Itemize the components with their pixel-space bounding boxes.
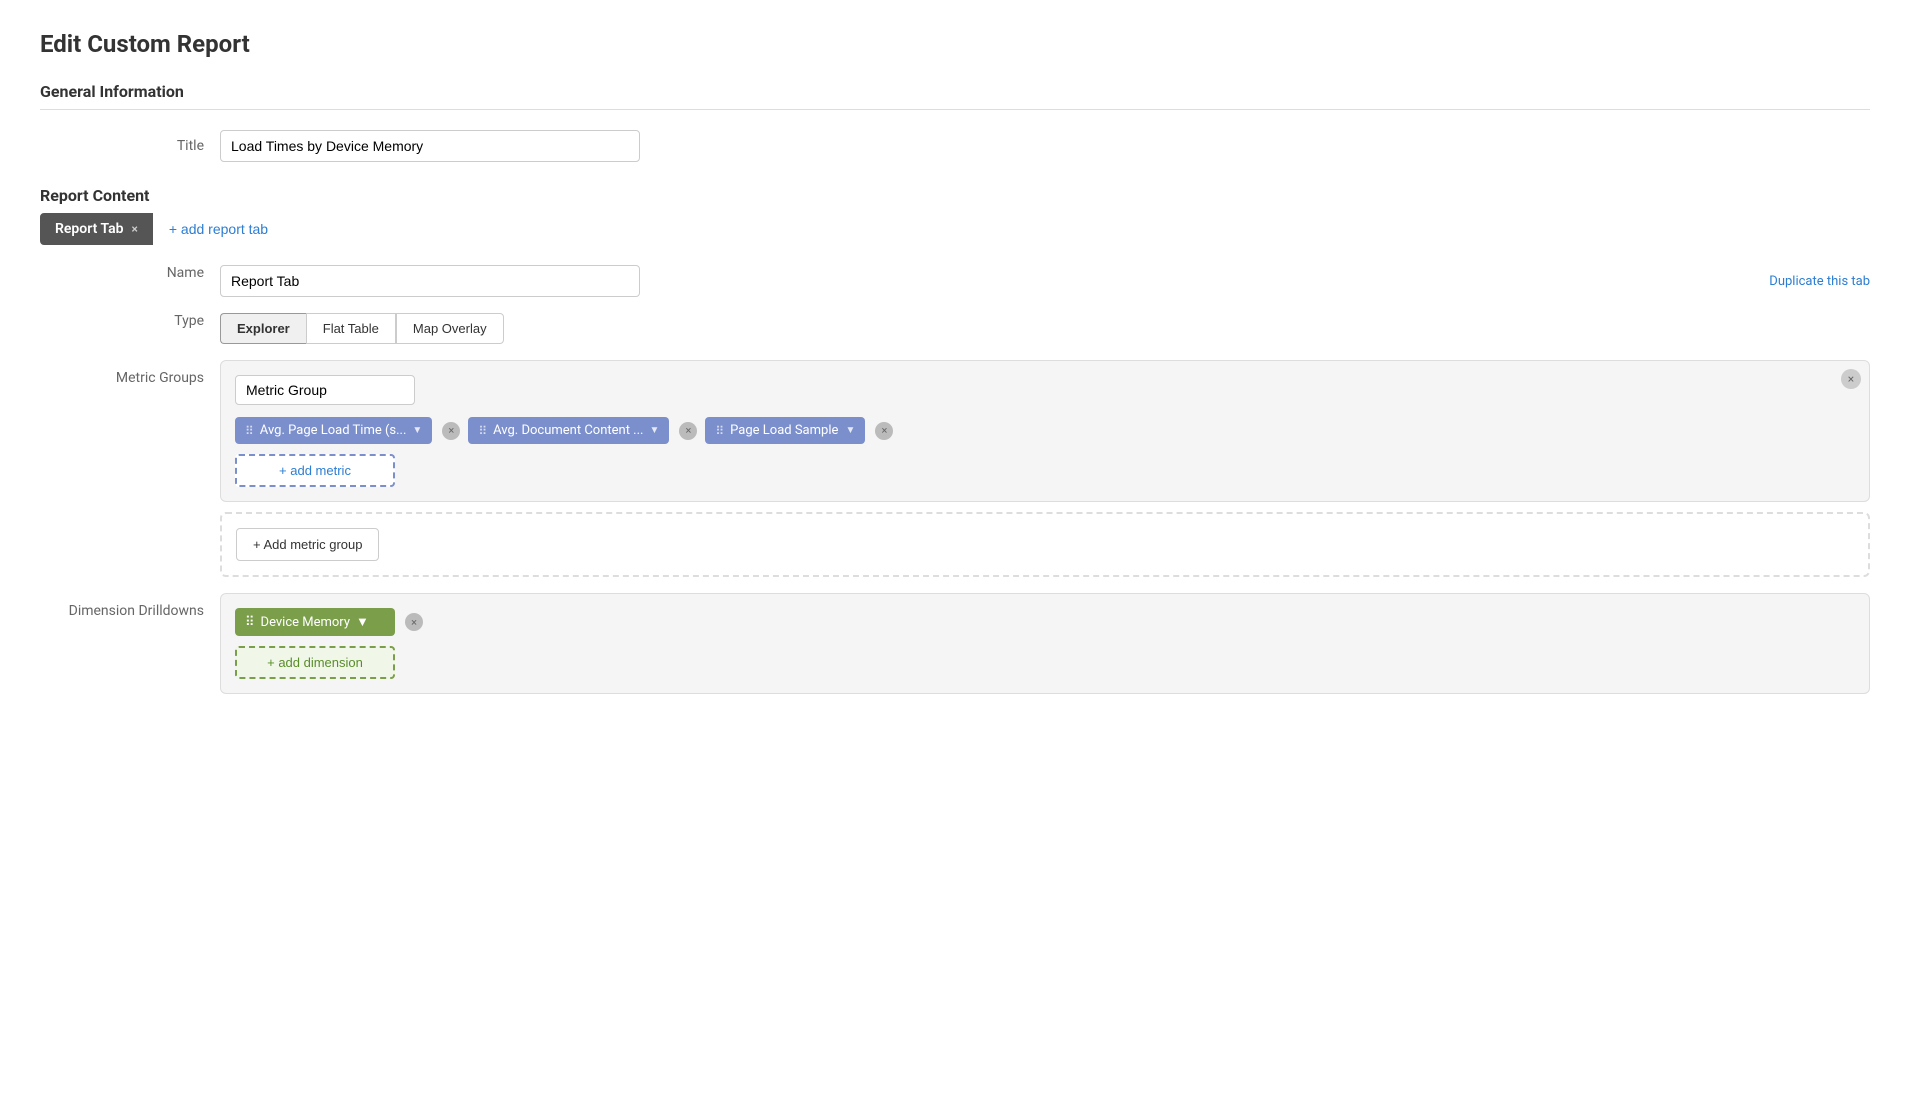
title-input[interactable] [220,130,640,162]
add-metric-group-button[interactable]: + Add metric group [236,528,379,561]
metric-chip-avg-doc-content[interactable]: ⠿ Avg. Document Content ... ▼ [468,417,669,444]
tab-name-label: Name [40,265,220,281]
general-info-heading: General Information [40,82,1870,101]
close-icon: × [1848,372,1854,386]
metric-chip-page-load-sample[interactable]: ⠿ Page Load Sample ▼ [705,417,865,444]
type-map-overlay-btn[interactable]: Map Overlay [396,313,504,344]
add-metric-group-box: + Add metric group [220,512,1870,577]
duplicate-tab-link[interactable]: Duplicate this tab [1749,274,1870,289]
chip-dropdown-icon-1: ▼ [412,425,422,436]
dimension-chip-label: Device Memory [261,615,350,630]
add-metric-button[interactable]: + add metric [235,454,395,487]
general-divider [40,109,1870,110]
drag-handle-icon-3: ⠿ [715,424,724,438]
metric-chip-label-1: Avg. Page Load Time (s... [260,423,407,438]
report-content-heading: Report Content [40,186,1870,205]
drag-handle-icon-2: ⠿ [478,424,487,438]
metric-chip-avg-page-load[interactable]: ⠿ Avg. Page Load Time (s... ▼ [235,417,432,444]
report-tab-active[interactable]: Report Tab × [40,213,153,245]
tab-name-row: Name Duplicate this tab [40,265,1870,297]
report-content-section: Report Content Report Tab × + add report… [40,186,1870,694]
metric-chip-remove-1[interactable]: × [442,422,460,440]
tab-type-row: Type Explorer Flat Table Map Overlay [40,313,1870,344]
metric-group-name-input[interactable] [235,375,415,405]
metric-chip-remove-3[interactable]: × [875,422,893,440]
metric-groups-row: Metric Groups × ⠿ Avg. Page Load Time (s… [40,360,1870,577]
dimension-chip-remove[interactable]: × [405,613,423,631]
type-buttons-group: Explorer Flat Table Map Overlay [220,313,504,344]
tab-name-input[interactable] [220,265,640,297]
type-flat-table-btn[interactable]: Flat Table [306,313,396,344]
dimension-box: ⠿ Device Memory ▼ × + add dimension [220,593,1870,694]
metric-chip-label-3: Page Load Sample [730,423,839,438]
dimension-drilldowns-area: ⠿ Device Memory ▼ × + add dimension [220,593,1870,694]
metric-chip-label-2: Avg. Document Content ... [493,423,643,438]
metric-group-box: × ⠿ Avg. Page Load Time (s... ▼ × [220,360,1870,502]
metric-chips-row: ⠿ Avg. Page Load Time (s... ▼ × ⠿ Avg. D… [235,417,1855,444]
add-dimension-button[interactable]: + add dimension [235,646,395,679]
drag-handle-dim-icon: ⠿ [245,615,255,630]
metric-groups-label: Metric Groups [40,360,220,386]
title-label: Title [40,138,220,154]
dimension-drilldowns-row: Dimension Drilldowns ⠿ Device Memory ▼ ×… [40,593,1870,694]
tabs-row: Report Tab × + add report tab [40,213,1870,245]
title-row: Title [40,130,1870,162]
tab-active-label: Report Tab [55,221,123,237]
metric-group-close-btn[interactable]: × [1841,369,1861,389]
metric-groups-area: × ⠿ Avg. Page Load Time (s... ▼ × [220,360,1870,577]
dim-dropdown-icon: ▼ [356,614,369,630]
chip-dropdown-icon-2: ▼ [649,425,659,436]
tab-close-btn[interactable]: × [131,223,137,235]
metric-chip-remove-2[interactable]: × [679,422,697,440]
chip-dropdown-icon-3: ▼ [845,425,855,436]
add-tab-button[interactable]: + add report tab [153,214,284,244]
type-explorer-btn[interactable]: Explorer [220,313,306,344]
type-label: Type [40,313,220,329]
dimension-chip-device-memory[interactable]: ⠿ Device Memory ▼ [235,608,395,636]
tab-content: Name Duplicate this tab Type Explorer Fl… [40,265,1870,694]
drag-handle-icon: ⠿ [245,424,254,438]
dimension-chips-row: ⠿ Device Memory ▼ × [235,608,1855,636]
page-title: Edit Custom Report [40,30,1870,58]
dimension-drilldowns-label: Dimension Drilldowns [40,593,220,619]
